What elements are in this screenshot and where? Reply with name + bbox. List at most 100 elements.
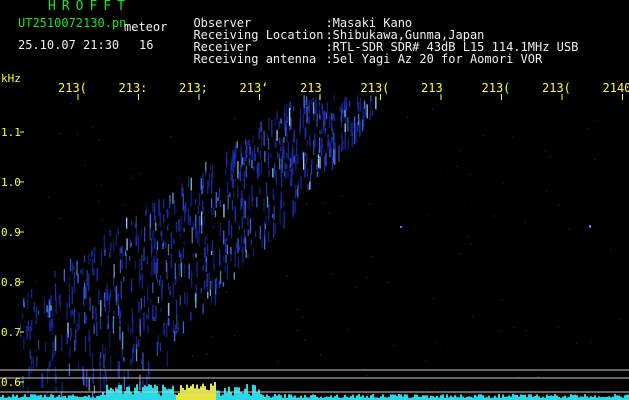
spectrum-bar [166, 389, 168, 400]
noise-dot [168, 223, 169, 225]
echo-dot [127, 370, 129, 378]
echo-dot [279, 199, 282, 210]
spectrum-bar [574, 394, 576, 400]
echo-dot [49, 302, 51, 318]
noise-dot [371, 256, 373, 258]
echo-dot [218, 253, 221, 258]
echo-dot [316, 164, 318, 170]
echo-dot [183, 241, 185, 246]
noise-dot [163, 223, 165, 225]
spectrum-bar [164, 387, 166, 400]
echo-dot [324, 119, 326, 130]
echo-dot [86, 269, 88, 287]
echo-dot [233, 191, 235, 199]
spectrum-bar [16, 394, 18, 400]
spectrum-bar [436, 395, 438, 400]
echo-dot [321, 103, 323, 110]
noise-dot [558, 204, 560, 206]
echo-dot [243, 170, 246, 189]
echo-dot [155, 250, 158, 264]
spectrum-bar [528, 394, 530, 400]
noise-dot [178, 224, 180, 226]
x-tick-label: 213 [421, 81, 443, 95]
echo-dot [203, 215, 206, 225]
echo-dot [110, 242, 112, 254]
echo-dot [135, 215, 137, 229]
echo-dot [44, 341, 47, 352]
x-tick-label: 213( [58, 81, 87, 95]
spectrum-bar [24, 394, 26, 400]
echo-dot [52, 342, 54, 359]
echo-dot [146, 375, 148, 386]
spectrum-bar [278, 394, 280, 400]
echo-dot [224, 169, 227, 175]
echo-dot [117, 228, 119, 235]
echo-dot [109, 229, 111, 236]
noise-dot [107, 271, 109, 273]
echo-dot [155, 222, 157, 231]
echo-dot [184, 292, 186, 305]
spectrum-bar [124, 391, 126, 400]
spectrum-bar [174, 394, 176, 400]
spectrum-bar [146, 386, 148, 400]
noise-dot [610, 248, 612, 250]
echo-dot [215, 191, 217, 208]
echo-dot [137, 235, 140, 253]
echo-dot [319, 129, 321, 135]
echo-dot [237, 185, 239, 200]
spectrum-bar [200, 386, 202, 400]
echo-dot [182, 194, 184, 211]
spectrum-bar [312, 394, 314, 400]
echo-dot [224, 265, 226, 272]
echo-dot [211, 172, 213, 186]
echo-dot [208, 273, 210, 281]
echo-dot [153, 316, 155, 321]
echo-dot [268, 168, 270, 177]
noise-dot [70, 102, 72, 104]
echo-dot [172, 281, 174, 299]
echo-dot [333, 113, 335, 119]
spectrum-bar [240, 391, 242, 400]
spectrum-bar [482, 395, 484, 400]
echo-dot [68, 275, 70, 292]
noise-dot [332, 273, 334, 274]
echo-dot [169, 201, 171, 209]
echo-dot [304, 152, 306, 157]
noise-dot [157, 224, 159, 226]
echo-dot [152, 305, 154, 321]
noise-dot [393, 345, 394, 347]
echo-dot [308, 116, 310, 125]
echo-dot [357, 102, 359, 111]
echo-dot [226, 264, 229, 280]
echo-dot [243, 157, 245, 166]
noise-dot [576, 342, 577, 344]
noise-dot [341, 195, 343, 197]
spectrum-bar [326, 396, 328, 400]
spectrum-bar [522, 394, 524, 400]
echo-dot [88, 378, 90, 391]
noise-dot [100, 352, 101, 354]
spectrum-bar [236, 387, 238, 400]
echo-dot [100, 300, 102, 317]
echo-dot [297, 154, 299, 165]
echo-dot [247, 253, 249, 259]
echo-dot [242, 157, 244, 165]
spectrum-bar [2, 395, 4, 400]
noise-dot [151, 259, 153, 261]
echo-dot [275, 170, 277, 186]
echo-dot [340, 116, 342, 128]
echo-dot [246, 141, 248, 151]
spectrum-bar [480, 394, 482, 400]
echo-dot [270, 152, 272, 158]
echo-dot [33, 302, 35, 313]
echo-dot [234, 215, 236, 222]
echo-dot [167, 282, 170, 290]
echo-dot [347, 117, 349, 132]
echo-dot [178, 263, 180, 277]
echo-dot [173, 238, 175, 245]
echo-dot [168, 318, 170, 326]
echo-dot [245, 139, 247, 146]
noise-dot [24, 320, 26, 322]
spectrum-bar [248, 393, 250, 400]
echo-dot [245, 149, 247, 162]
